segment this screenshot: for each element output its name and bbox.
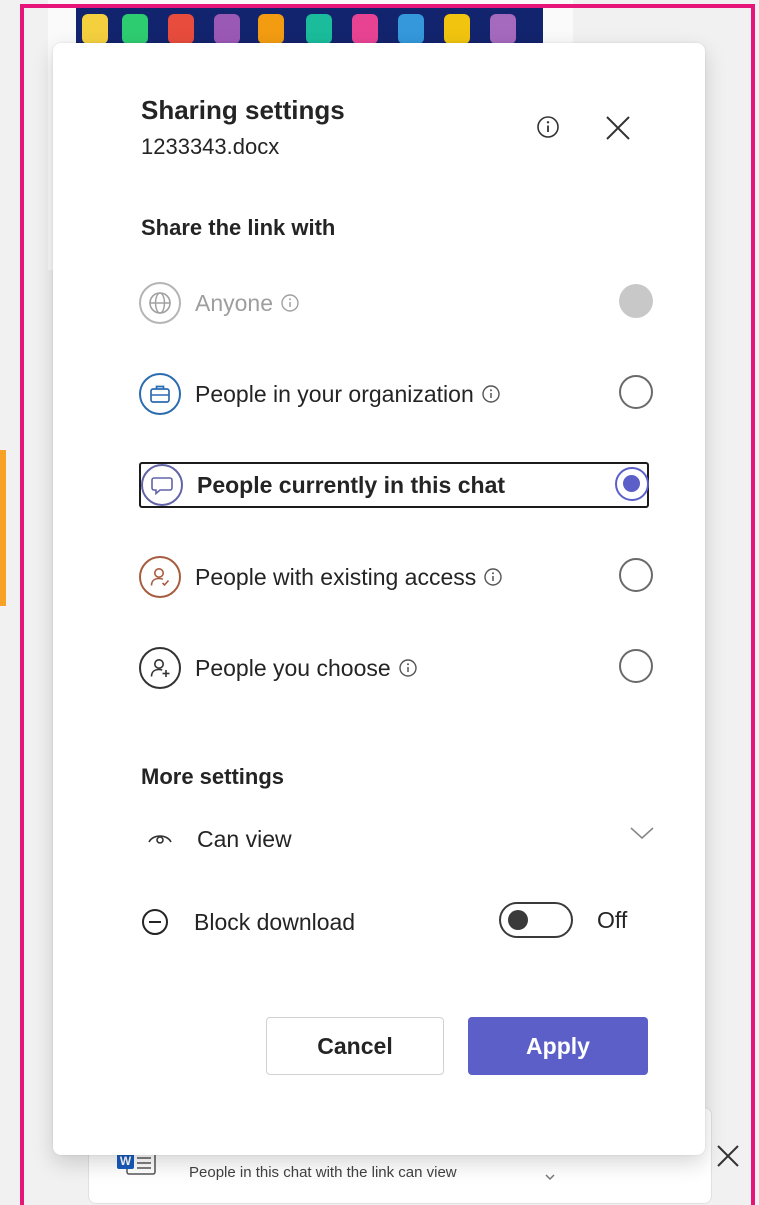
banner-image bbox=[76, 8, 543, 48]
option-existing-access[interactable]: People with existing access bbox=[139, 554, 653, 600]
option-anyone-label: Anyone bbox=[195, 289, 274, 316]
attachment-close-icon[interactable] bbox=[716, 1144, 740, 1173]
option-existing-access-label: People with existing access bbox=[195, 563, 477, 590]
cancel-button[interactable]: Cancel bbox=[266, 1017, 444, 1075]
block-icon bbox=[140, 907, 170, 937]
block-download-label: Block download bbox=[194, 908, 356, 935]
person-check-icon bbox=[139, 556, 181, 598]
option-organization[interactable]: People in your organization bbox=[139, 371, 653, 417]
option-current-chat-label: People currently in this chat bbox=[197, 471, 506, 498]
toggle-state-text: Off bbox=[597, 907, 628, 933]
radio-people-you-choose[interactable] bbox=[619, 649, 653, 683]
radio-anyone bbox=[619, 284, 653, 318]
permission-dropdown[interactable]: Can view bbox=[141, 819, 654, 859]
info-icon[interactable] bbox=[534, 113, 562, 141]
option-anyone: Anyone bbox=[139, 280, 653, 326]
link-summary-text: People in this chat with the link can vi… bbox=[189, 1164, 457, 1181]
link-summary-chevron-icon[interactable] bbox=[544, 1168, 556, 1186]
organization-info-icon[interactable] bbox=[481, 384, 501, 404]
eye-icon bbox=[145, 828, 175, 850]
close-icon[interactable] bbox=[601, 111, 635, 145]
more-settings-heading: More settings bbox=[141, 764, 285, 789]
sharing-settings-dialog: Sharing settings 1233343.docx Share the … bbox=[53, 43, 705, 1155]
toggle-knob bbox=[508, 910, 528, 930]
people-you-choose-info-icon[interactable] bbox=[398, 658, 418, 678]
radio-organization[interactable] bbox=[619, 375, 653, 409]
apply-button[interactable]: Apply bbox=[468, 1017, 648, 1075]
dialog-title: Sharing settings bbox=[141, 95, 345, 125]
permission-label: Can view bbox=[197, 825, 292, 852]
share-section-heading: Share the link with bbox=[141, 215, 336, 240]
chevron-down-icon[interactable] bbox=[629, 825, 655, 846]
option-people-you-choose[interactable]: People you choose bbox=[139, 645, 653, 691]
existing-access-info-icon[interactable] bbox=[483, 567, 503, 587]
block-download-row: Block download Off bbox=[140, 900, 660, 944]
person-add-icon bbox=[139, 647, 181, 689]
file-name: 1233343.docx bbox=[141, 134, 280, 159]
svg-text:W: W bbox=[120, 1154, 132, 1168]
briefcase-icon bbox=[139, 373, 181, 415]
radio-current-chat[interactable] bbox=[615, 467, 649, 501]
chat-icon bbox=[141, 464, 183, 506]
anyone-info-icon[interactable] bbox=[280, 293, 300, 313]
option-people-you-choose-label: People you choose bbox=[195, 654, 391, 681]
block-download-toggle[interactable] bbox=[499, 902, 573, 938]
globe-icon bbox=[139, 282, 181, 324]
option-organization-label: People in your organization bbox=[195, 380, 474, 407]
side-indicator bbox=[0, 450, 6, 606]
option-current-chat[interactable]: People currently in this chat bbox=[139, 462, 649, 508]
radio-existing-access[interactable] bbox=[619, 558, 653, 592]
